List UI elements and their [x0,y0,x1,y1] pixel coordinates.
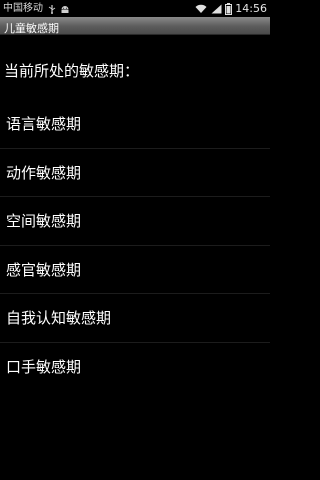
usb-icon [47,4,57,14]
android-icon [60,4,70,14]
app-title-bar: 儿童敏感期 [0,17,270,35]
app-title: 儿童敏感期 [4,22,59,35]
list-item-label: 自我认知敏感期 [6,309,112,328]
status-bar: 中国移动 14:56 [0,0,270,17]
page-heading: 当前所处的敏感期： [4,62,140,80]
list-item-space[interactable]: 空间敏感期 [0,197,270,246]
list-item-label: 动作敏感期 [6,163,82,182]
list-item-movement[interactable]: 动作敏感期 [0,149,270,197]
list-item-label: 感官敏感期 [6,260,82,279]
sensitive-period-list: 语言敏感期 动作敏感期 空间敏感期 感官敏感期 自我认知敏感期 口手敏感期 [0,100,270,391]
status-right-group: 14:56 [195,0,267,17]
list-item-language[interactable]: 语言敏感期 [0,100,270,149]
list-item-label: 语言敏感期 [6,115,82,134]
list-item-label: 口手敏感期 [6,358,82,377]
list-item-label: 空间敏感期 [6,212,82,231]
carrier-name: 中国移动 [3,3,43,14]
list-item-senses[interactable]: 感官敏感期 [0,246,270,294]
signal-icon [211,4,222,14]
status-clock: 14:56 [235,2,267,15]
wifi-icon [195,4,207,14]
list-item-mouth-hand[interactable]: 口手敏感期 [0,343,270,392]
list-item-self-awareness[interactable]: 自我认知敏感期 [0,294,270,343]
battery-icon [225,2,233,15]
